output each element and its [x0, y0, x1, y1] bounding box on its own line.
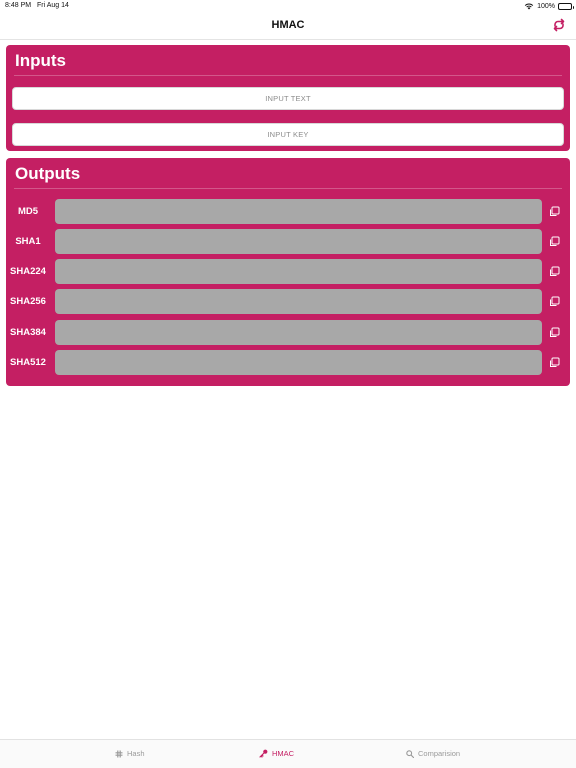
status-date: Fri Aug 14	[37, 2, 69, 9]
outputs-title: Outputs	[15, 164, 81, 183]
output-label: SHA256	[10, 296, 46, 307]
copy-sha512-button[interactable]	[549, 357, 561, 369]
tab-hash[interactable]: Hash	[115, 749, 145, 758]
inputs-title: Inputs	[15, 51, 66, 70]
status-indicators: 100%	[524, 2, 574, 10]
copy-icon	[550, 236, 560, 246]
output-label: MD5	[17, 206, 39, 217]
outputs-divider	[14, 188, 562, 189]
output-label: SHA1	[15, 236, 41, 247]
output-row-sha256: SHA256	[6, 289, 570, 314]
sha224-output-field[interactable]	[55, 259, 542, 284]
tab-label: Hash	[127, 749, 145, 758]
output-row-sha1: SHA1	[6, 229, 570, 254]
copy-icon	[550, 266, 560, 276]
input-text-field[interactable]	[12, 87, 564, 110]
wifi-icon	[524, 2, 534, 10]
copy-icon	[550, 357, 560, 367]
tab-comparision[interactable]: Comparision	[406, 749, 460, 758]
copy-icon	[550, 327, 560, 337]
battery-icon	[558, 2, 574, 10]
magnifier-icon	[406, 749, 414, 758]
hash-icon	[115, 750, 123, 757]
md5-output-field[interactable]	[55, 199, 542, 224]
page-title: HMAC	[271, 19, 305, 31]
copy-sha224-button[interactable]	[549, 266, 561, 278]
key-icon	[259, 749, 268, 758]
sha256-output-field[interactable]	[55, 289, 542, 314]
output-label: SHA384	[10, 327, 46, 338]
output-row-sha224: SHA224	[6, 259, 570, 284]
output-label: SHA512	[10, 357, 46, 368]
swap-button[interactable]	[552, 18, 566, 32]
copy-md5-button[interactable]	[549, 206, 561, 218]
output-row-sha512: SHA512	[6, 350, 570, 375]
navigation-bar: HMAC	[0, 12, 576, 40]
swap-arrows-icon	[553, 18, 565, 32]
sha1-output-field[interactable]	[55, 229, 542, 254]
copy-sha1-button[interactable]	[549, 236, 561, 248]
sha384-output-field[interactable]	[55, 320, 542, 345]
input-key-field[interactable]	[12, 123, 564, 146]
copy-sha256-button[interactable]	[549, 296, 561, 308]
inputs-divider	[14, 75, 562, 76]
tab-label: HMAC	[272, 749, 295, 758]
tab-hmac[interactable]: HMAC	[259, 749, 294, 758]
copy-icon	[550, 206, 560, 216]
status-bar: 8:48 PM Fri Aug 14 100%	[0, 0, 576, 12]
output-label: SHA224	[10, 266, 46, 277]
copy-icon	[550, 296, 560, 306]
tab-label: Comparision	[418, 749, 461, 758]
inputs-panel: Inputs	[6, 45, 570, 151]
sha512-output-field[interactable]	[55, 350, 542, 375]
battery-percentage: 100%	[537, 2, 555, 10]
output-row-sha384: SHA384	[6, 320, 570, 345]
status-time: 8:48 PM	[5, 2, 32, 9]
outputs-panel: Outputs MD5 SHA1 SHA224 SHA256 SHA384 SH…	[6, 158, 570, 386]
copy-sha384-button[interactable]	[549, 327, 561, 339]
tab-bar: Hash HMAC Comparision	[0, 739, 576, 768]
output-row-md5: MD5	[6, 199, 570, 224]
